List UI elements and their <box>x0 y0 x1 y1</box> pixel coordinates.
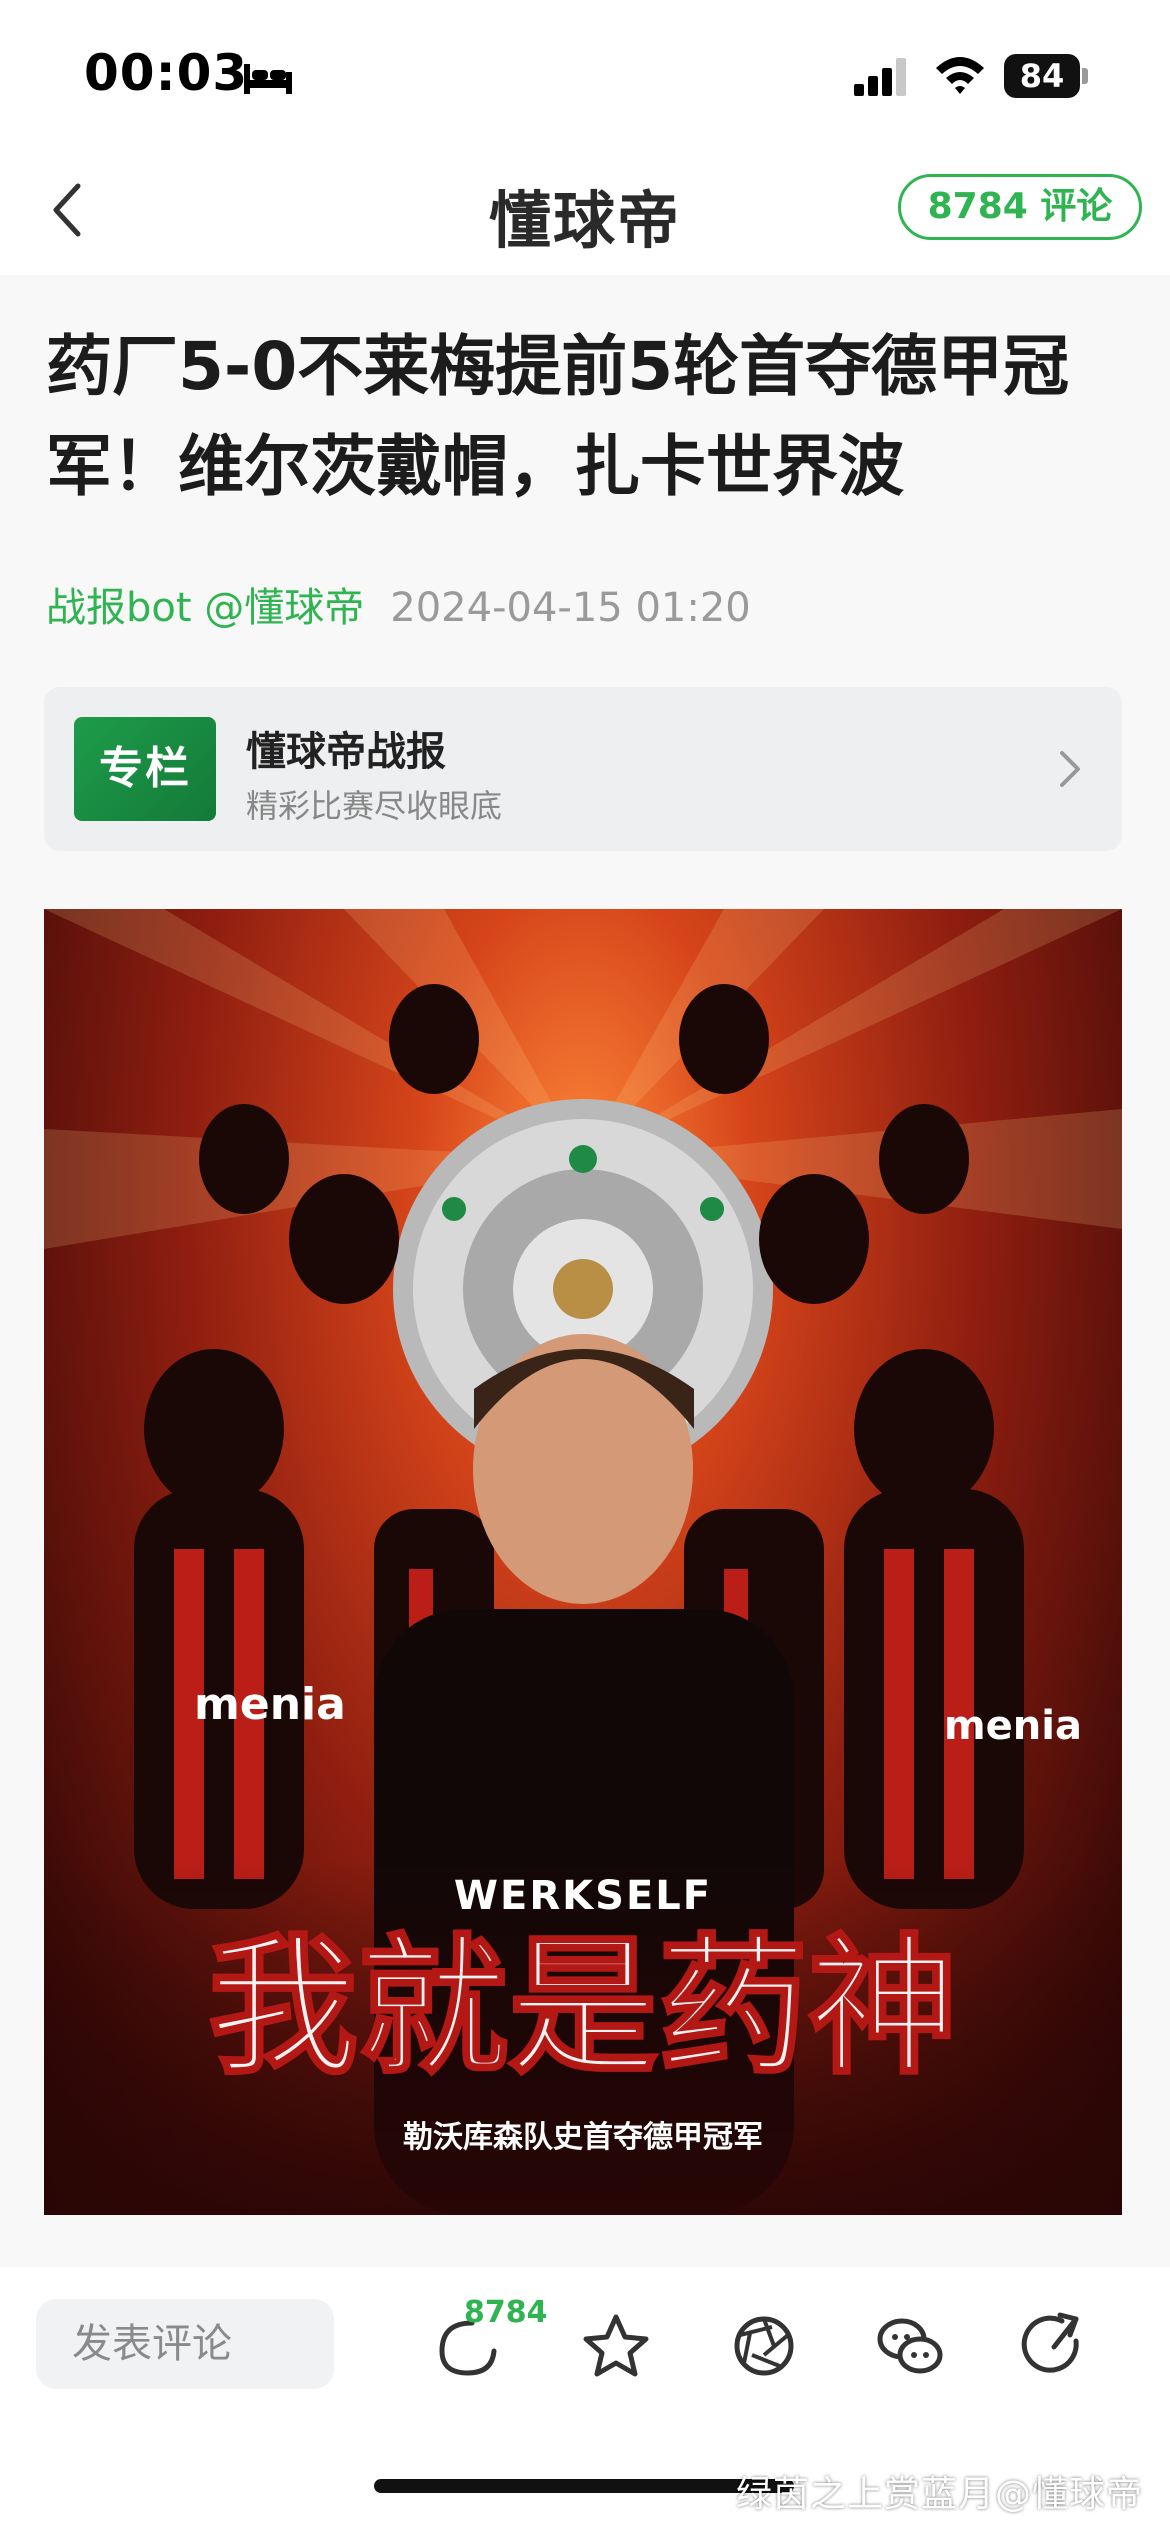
chevron-right-icon <box>1060 751 1080 787</box>
comment-count-badge: 8784 <box>464 2295 548 2330</box>
column-card[interactable]: 专栏 懂球帝战报 精彩比赛尽收眼底 <box>44 687 1122 851</box>
poster-artwork: menia menia WERKSELF 我就是药神 勒沃库森队史首夺德甲冠军 <box>44 909 1122 2215</box>
cellular-signal-icon <box>854 58 906 96</box>
status-time: 00:03 <box>84 44 249 102</box>
sponsor-left: menia <box>194 1679 346 1730</box>
sleep-focus-icon <box>244 64 292 94</box>
poster-brand: WERKSELF <box>454 1873 712 1919</box>
comment-input[interactable]: 发表评论 <box>36 2299 334 2389</box>
watermark: 绿茵之上赏蓝月@懂球帝 <box>736 2474 1144 2515</box>
article-title: 药厂5-0不莱梅提前5轮首夺德甲冠军！维尔茨戴帽，扎卡世界波 <box>46 328 1070 505</box>
wifi-icon <box>936 57 984 94</box>
app-title: 懂球帝 <box>488 184 681 257</box>
favorite-star-icon[interactable] <box>580 2311 652 2381</box>
article-content: 药厂5-0不莱梅提前5轮首夺德甲冠军！维尔茨戴帽，扎卡世界波 战报bot @懂球… <box>0 275 1170 2267</box>
article-author[interactable]: 战报bot @懂球帝 <box>46 585 364 631</box>
home-indicator[interactable] <box>374 2479 794 2493</box>
article-poster-image[interactable]: menia menia WERKSELF 我就是药神 勒沃库森队史首夺德甲冠军 <box>44 909 1122 2215</box>
share-arrow-icon[interactable] <box>1020 2311 1092 2381</box>
bottom-action-bar: 发表评论 8784 绿茵之上赏蓝月@懂球帝 <box>0 2267 1170 2532</box>
moments-share-icon[interactable] <box>728 2311 800 2381</box>
status-bar: 00:03 84 <box>0 0 1170 150</box>
nav-bar: 懂球帝 8784 评论 <box>0 150 1170 275</box>
poster-subtitle: 勒沃库森队史首夺德甲冠军 <box>403 2120 763 2155</box>
battery-tip <box>1082 68 1088 84</box>
battery-indicator: 84 <box>1004 54 1088 98</box>
column-description: 精彩比赛尽收眼底 <box>246 787 503 825</box>
poster-headline: 我就是药神 <box>208 1919 958 2095</box>
wechat-share-icon[interactable] <box>874 2311 946 2381</box>
column-badge: 专栏 <box>74 717 216 821</box>
battery-level: 84 <box>1004 54 1080 98</box>
article-date: 2024-04-15 01:20 <box>390 585 751 631</box>
comments-count-button[interactable]: 8784 评论 <box>898 174 1142 240</box>
sponsor-right: menia <box>944 1703 1082 1749</box>
back-chevron-icon[interactable] <box>46 178 90 242</box>
article-meta: 战报bot @懂球帝 2024-04-15 01:20 <box>46 575 751 633</box>
column-name: 懂球帝战报 <box>246 729 446 775</box>
